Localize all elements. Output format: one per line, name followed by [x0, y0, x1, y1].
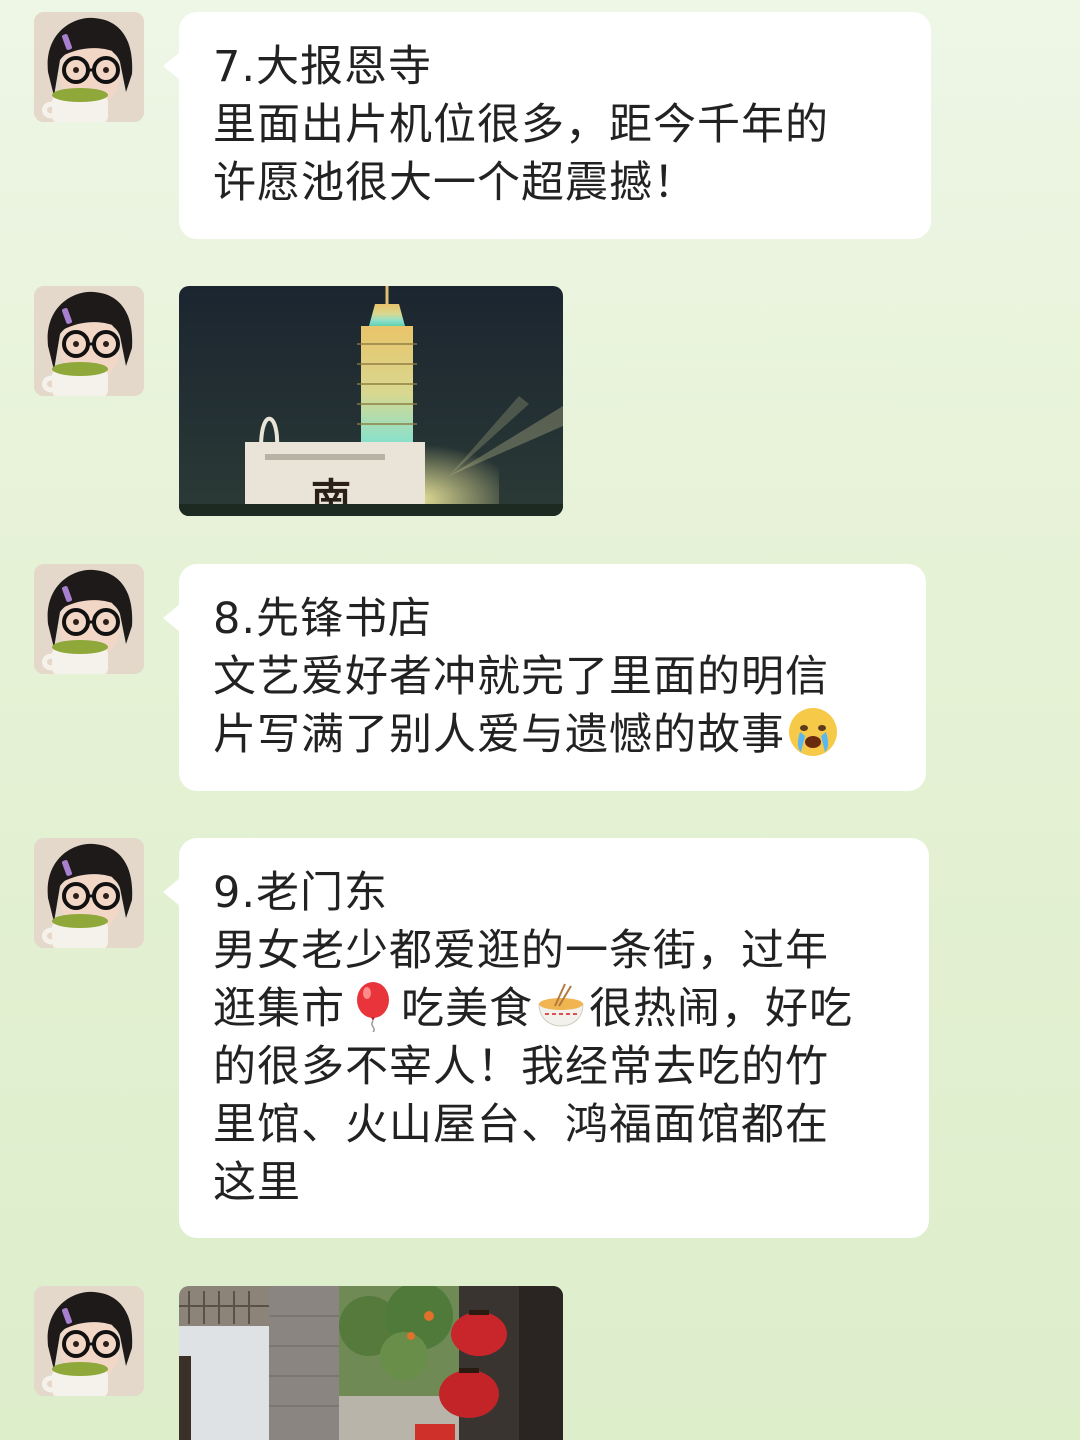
message-title: 9.老门东 [213, 868, 389, 918]
message-text-line: 男女老少都爱逛的一条街，过年 [213, 926, 829, 976]
balloon-emoji [357, 982, 389, 1032]
message-bubble[interactable]: 8.先锋书店 文艺爱好者冲就完了里面的明信 片写满了别人爱与遗憾的故事 [163, 564, 926, 791]
avatar[interactable] [34, 12, 144, 122]
avatar[interactable] [34, 286, 144, 396]
avatar-image [34, 838, 144, 948]
old-street-lanterns-photo[interactable] [179, 1286, 563, 1440]
message-title: 7.大报恩寺 [213, 42, 433, 92]
message-text-line: 里馆、火山屋台、鸿福面馆都在 [213, 1100, 829, 1150]
message-text-line: 许愿池很大一个超震撼！ [213, 158, 697, 208]
message-text-line: 片写满了别人爱与遗憾的故事 [213, 706, 892, 764]
avatar[interactable] [34, 564, 144, 674]
crying-face-emoji [789, 708, 837, 756]
message-text-line: 的很多不宰人！我经常去吃的竹 [213, 1042, 829, 1092]
message-bubble[interactable]: 7.大报恩寺 里面出片机位很多，距今千年的 许愿池很大一个超震撼！ [163, 12, 931, 239]
pagoda-night-photo[interactable]: 南 [179, 286, 563, 516]
message-title: 8.先锋书店 [213, 594, 433, 644]
message-text-line: 里面出片机位很多，距今千年的 [213, 100, 829, 150]
message-text-line: 文艺爱好者冲就完了里面的明信 [213, 652, 829, 702]
message-text-line: 这里 [213, 1158, 301, 1208]
message-text-line: 逛集市 吃美食 很热闹，好吃 [213, 980, 895, 1038]
message-text: 吃美食 [401, 984, 533, 1034]
avatar[interactable] [34, 838, 144, 948]
avatar-image [34, 1286, 144, 1396]
avatar-image [34, 12, 144, 122]
message-text: 片写满了别人爱与遗憾的故事 [213, 710, 785, 760]
avatar[interactable] [34, 1286, 144, 1396]
message-text: 很热闹，好吃 [589, 984, 853, 1034]
message-text: 逛集市 [213, 984, 345, 1034]
avatar-image [34, 564, 144, 674]
message-bubble[interactable]: 9.老门东 男女老少都爱逛的一条街，过年 逛集市 吃美食 很热闹，好吃 的很多不宰人… [163, 838, 929, 1238]
avatar-image [34, 286, 144, 396]
noodle-bowl-emoji [538, 983, 584, 1027]
